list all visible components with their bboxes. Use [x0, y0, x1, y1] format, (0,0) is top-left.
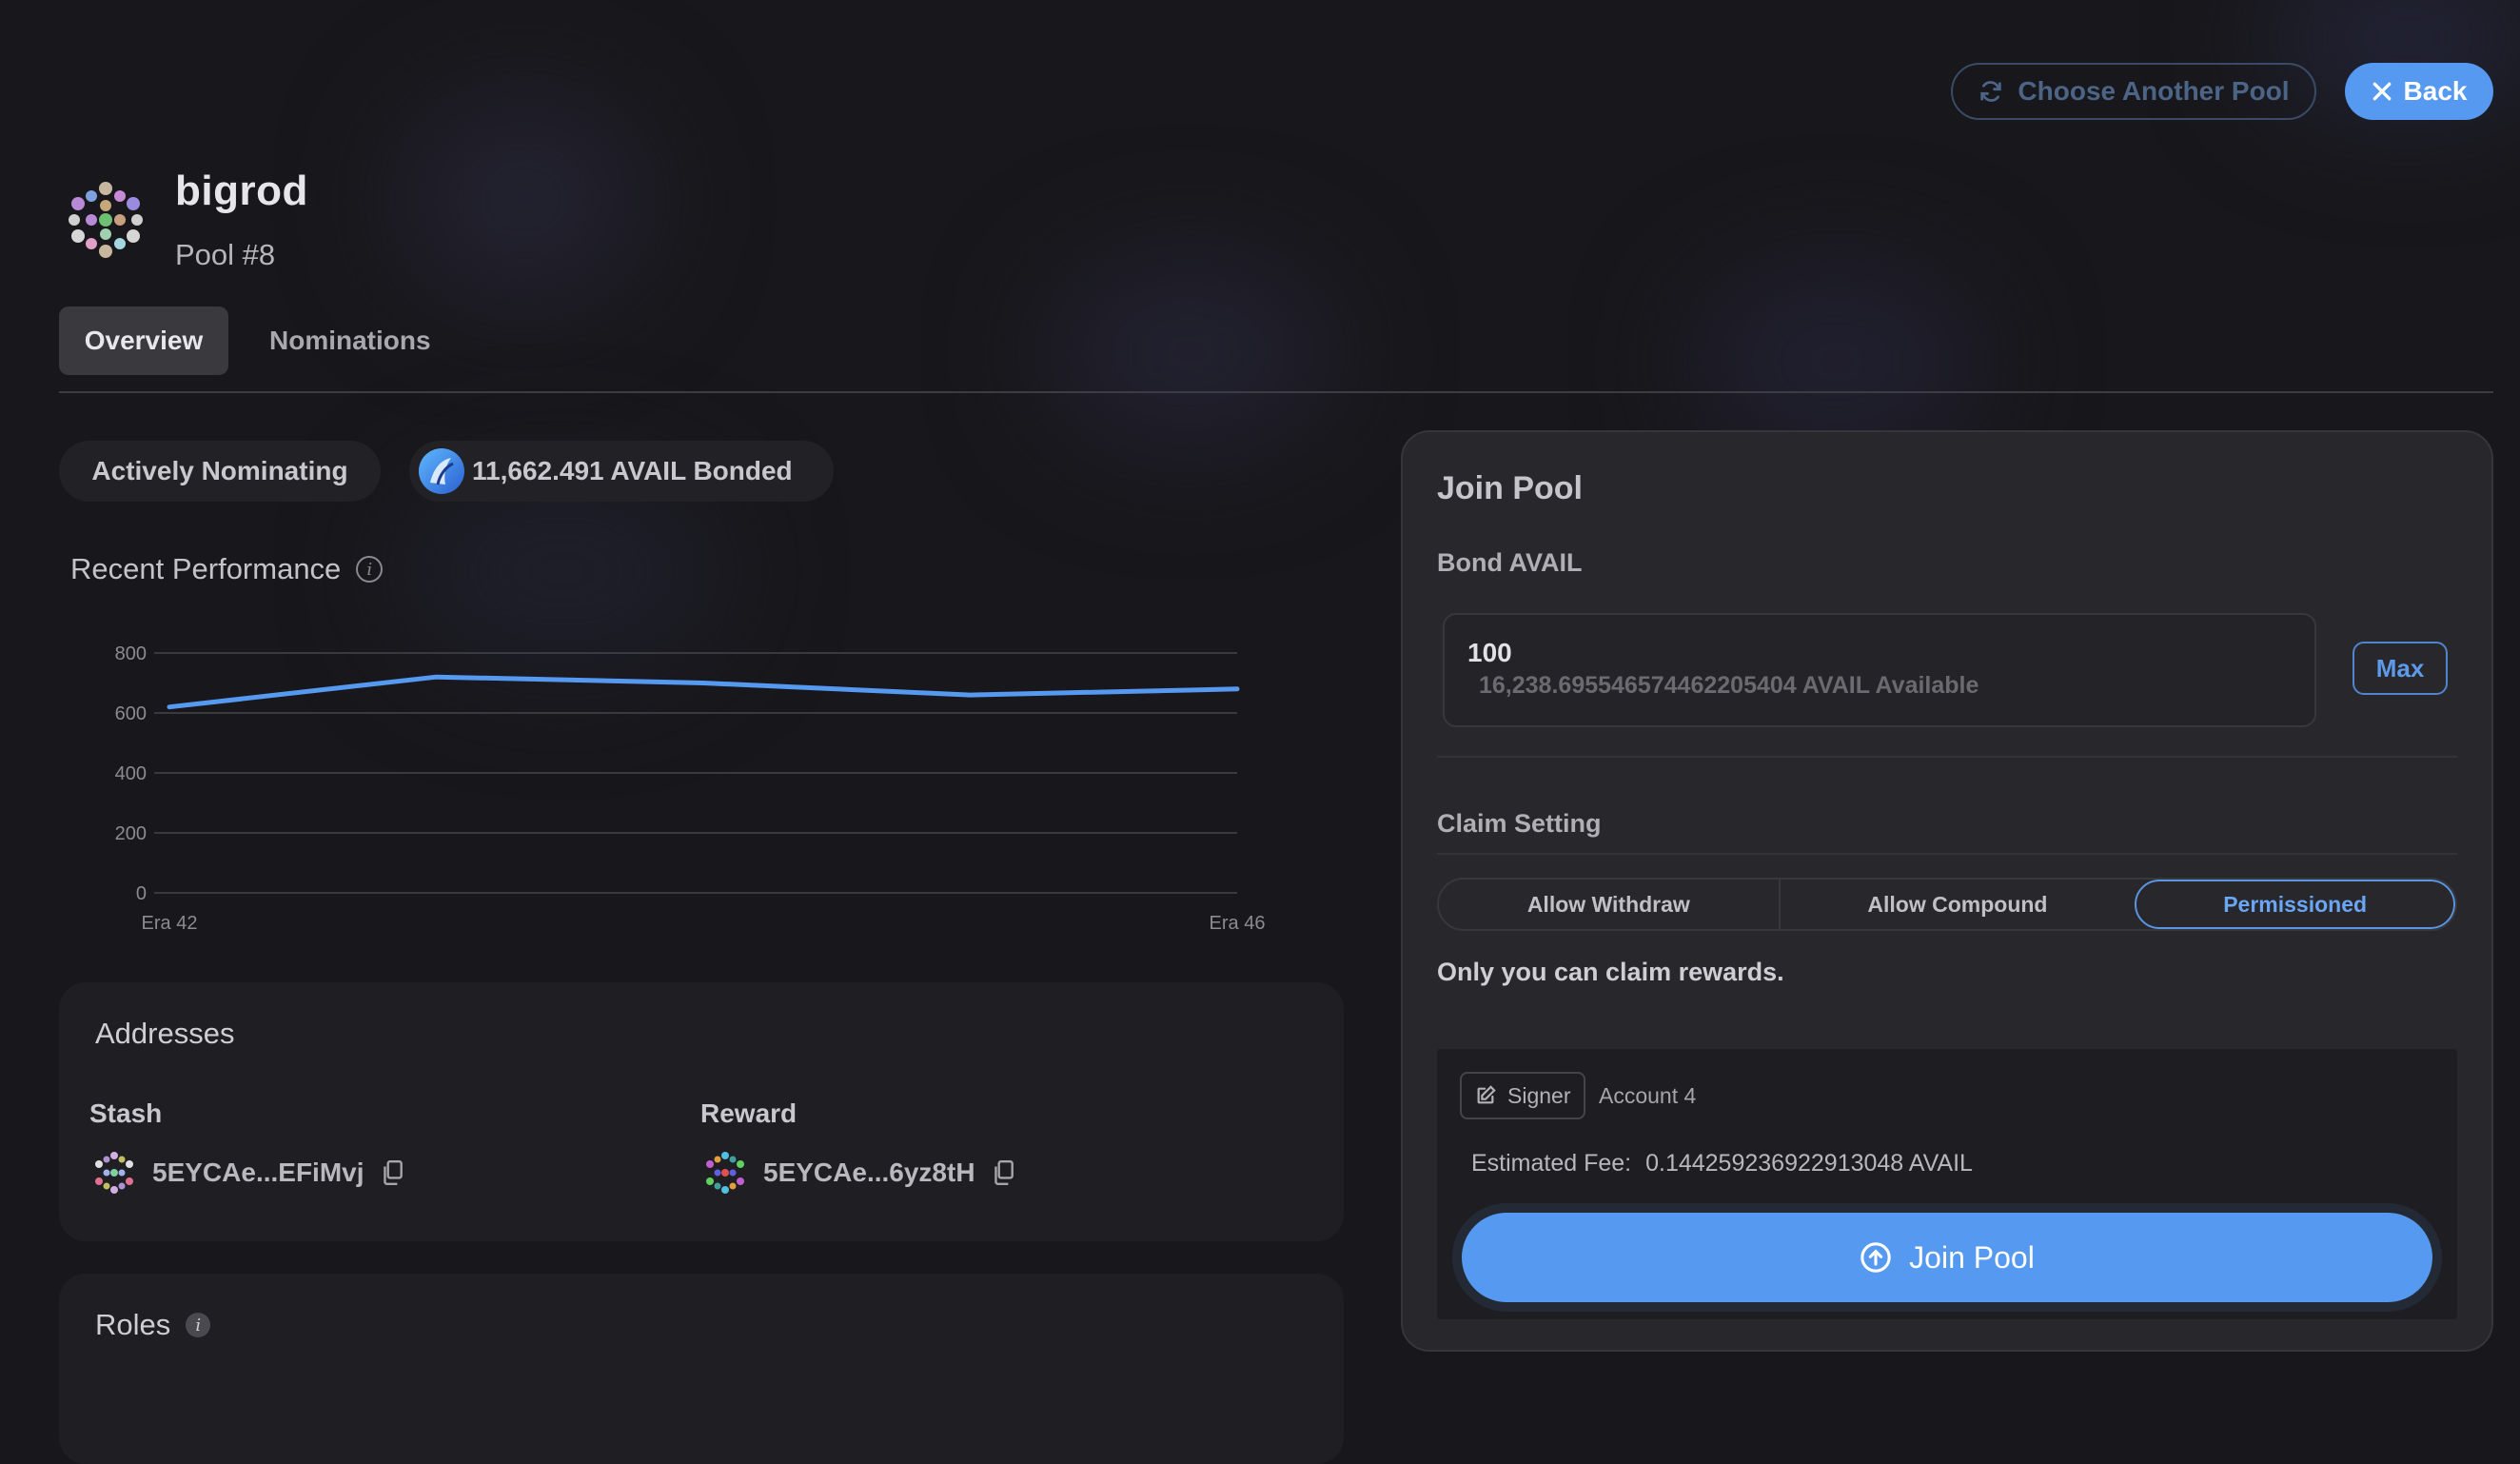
signer-label: Signer — [1507, 1082, 1571, 1108]
y-tick-label: 800 — [115, 643, 147, 664]
join-pool-title: Join Pool — [1437, 470, 1583, 506]
signer-button[interactable]: Signer — [1460, 1072, 1586, 1119]
addresses-title: Addresses — [95, 1017, 235, 1050]
estimated-fee: Estimated Fee: 0.144259236922913048 AVAI… — [1471, 1150, 1973, 1177]
close-icon — [2372, 82, 2391, 101]
back-button[interactable]: Back — [2345, 63, 2493, 120]
y-tick-label: 0 — [136, 883, 147, 904]
edit-icon — [1477, 1085, 1496, 1104]
join-pool-card: Join Pool Bond AVAIL 100 16,238.69554657… — [1401, 430, 2493, 1352]
reward-address-value: 5EYCAe...6yz8tH — [763, 1157, 975, 1187]
stash-address-value: 5EYCAe...EFiMvj — [152, 1157, 364, 1187]
signer-account: Account 4 — [1599, 1083, 1697, 1108]
copy-icon[interactable] — [380, 1159, 404, 1186]
back-label: Back — [2403, 76, 2468, 106]
claim-setting-selector: Allow Withdraw Allow Compound Permission… — [1437, 878, 2457, 931]
bond-input-value[interactable]: 100 — [1467, 638, 1512, 668]
divider — [1437, 853, 2457, 855]
claim-option-permissioned[interactable]: Permissioned — [2135, 880, 2455, 929]
estimated-fee-value: 0.144259236922913048 AVAIL — [1645, 1150, 1973, 1177]
info-icon[interactable]: i — [356, 556, 384, 583]
nominating-status-badge: Actively Nominating — [59, 441, 381, 502]
bond-available: 16,238.695546574462205404 AVAIL Availabl… — [1479, 672, 1979, 699]
recent-performance-title: Recent Performance i — [70, 552, 384, 586]
choose-another-pool-button[interactable]: Choose Another Pool — [1951, 63, 2316, 120]
recent-performance-label: Recent Performance — [70, 552, 342, 585]
estimated-fee-label: Estimated Fee: — [1471, 1150, 1632, 1177]
bonded-badge: 11,662.491 AVAIL Bonded — [409, 441, 834, 502]
pool-id: Pool #8 — [175, 238, 276, 271]
join-pool-button-label: Join Pool — [1909, 1239, 2035, 1275]
reward-address: 5EYCAe...6yz8tH — [702, 1150, 1015, 1196]
join-pool-button[interactable]: Join Pool — [1462, 1213, 2432, 1302]
bond-label: Bond AVAIL — [1437, 548, 1583, 577]
roles-title-label: Roles — [95, 1308, 171, 1341]
y-tick-label: 200 — [115, 823, 147, 844]
bonded-amount: 11,662.491 AVAIL Bonded — [472, 456, 793, 485]
claim-note: Only you can claim rewards. — [1437, 958, 1784, 986]
pool-name: bigrod — [175, 168, 308, 214]
claim-setting-label: Claim Setting — [1437, 809, 1602, 838]
info-icon[interactable]: i — [186, 1313, 211, 1337]
tab-nominations[interactable]: Nominations — [269, 307, 431, 375]
stash-identicon — [95, 1152, 133, 1194]
reward-identicon — [706, 1152, 744, 1194]
x-tick-label: Era 42 — [142, 913, 198, 934]
stash-label: Stash — [89, 1098, 163, 1128]
y-tick-label: 600 — [115, 703, 147, 724]
refresh-icon — [1980, 81, 2002, 102]
max-button[interactable]: Max — [2353, 642, 2448, 695]
divider — [1437, 756, 2457, 758]
arrow-up-circle-icon — [1860, 1242, 1891, 1273]
y-tick-label: 400 — [115, 763, 147, 784]
performance-line — [167, 674, 1240, 710]
claim-option-allow-withdraw[interactable]: Allow Withdraw — [1439, 880, 1781, 929]
choose-another-pool-label: Choose Another Pool — [2018, 76, 2290, 106]
tab-overview[interactable]: Overview — [59, 307, 228, 375]
nominating-status-label: Actively Nominating — [91, 456, 348, 485]
addresses-card: Addresses Stash 5EYCAe...EFiMvj Reward 5… — [59, 982, 1344, 1241]
roles-title: Roles i — [95, 1308, 211, 1342]
copy-icon[interactable] — [991, 1159, 1015, 1186]
signer-panel: Signer Account 4 Estimated Fee: 0.144259… — [1437, 1049, 2457, 1319]
reward-label: Reward — [700, 1098, 797, 1128]
bond-input[interactable]: 100 16,238.695546574462205404 AVAIL Avai… — [1443, 613, 2316, 727]
claim-option-allow-compound[interactable]: Allow Compound — [1781, 880, 2136, 929]
performance-chart: 0 200 400 600 800 Era 42 Era 46 — [115, 643, 1266, 934]
stash-address: 5EYCAe...EFiMvj — [91, 1150, 404, 1196]
tabs-divider — [59, 391, 2493, 393]
roles-card: Roles i — [59, 1274, 1344, 1464]
x-tick-label: Era 46 — [1210, 913, 1266, 934]
pool-identicon — [69, 182, 143, 258]
avail-token-icon — [419, 448, 464, 494]
